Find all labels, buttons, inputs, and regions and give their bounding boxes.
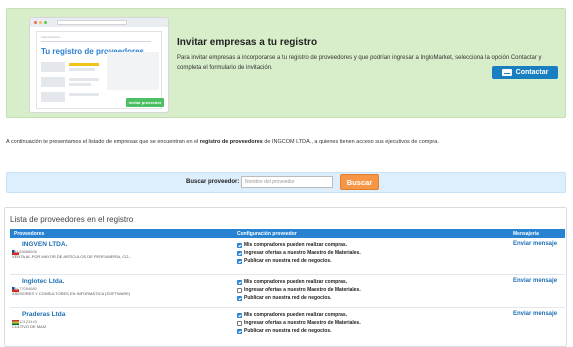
supplier-config: Mis compradores pueden realizar compras.… [237, 278, 361, 302]
row-divider [10, 274, 565, 275]
supplier-activity: CULTIVO DE MAIZ [12, 324, 47, 329]
config-checkbox[interactable] [237, 295, 242, 301]
config-option: Publicar en nuestra red de negocios. [237, 327, 361, 335]
search-label: Buscar proveedor: [186, 179, 240, 185]
supplier-name-link[interactable]: Praderas Ltda [22, 311, 65, 318]
envelope-icon [501, 69, 512, 76]
search-input[interactable] [241, 176, 333, 188]
contact-button[interactable]: Contactar [492, 66, 558, 79]
config-option-label: Publicar en nuestra red de negocios. [244, 295, 332, 301]
supplier-activity: ASESORES Y CONSULTORES EN INFORMÁTICA (S… [12, 291, 131, 296]
config-option: Mis compradores pueden realizar compras. [237, 241, 361, 249]
intro-text: A continuación te presentamos el listado… [6, 139, 566, 145]
banner-title: Invitar empresas a tu registro [177, 37, 318, 48]
send-message-link[interactable]: Enviar mensaje [513, 311, 557, 317]
intro-text-end: de INGCOM LTDA., a quienes tienen acceso… [262, 139, 439, 145]
row-divider [10, 307, 565, 308]
config-option-label: Ingresar ofertas a nuestro Maestro de Ma… [244, 287, 361, 293]
config-option-label: Publicar en nuestra red de negocios. [244, 258, 332, 264]
supplier-name-link[interactable]: INGVEN LTDA. [22, 241, 67, 248]
column-header-messaging: Mensajería [513, 231, 539, 237]
preview-invite-button: Invitar proveedor [126, 98, 164, 107]
contact-button-label: Contactar [515, 69, 549, 76]
send-message-link[interactable]: Enviar mensaje [513, 278, 557, 284]
config-option-label: Ingresar ofertas a nuestro Maestro de Ma… [244, 320, 361, 326]
config-option-label: Publicar en nuestra red de negocios. [244, 328, 332, 334]
column-header-suppliers: Proveedores [14, 231, 45, 237]
list-title: Lista de proveedores en el registro [10, 215, 134, 224]
config-option: Publicar en nuestra red de negocios. [237, 294, 361, 302]
config-option: Ingresar ofertas a nuestro Maestro de Ma… [237, 286, 361, 294]
send-message-link[interactable]: Enviar mensaje [513, 241, 557, 247]
config-option: Ingresar ofertas a nuestro Maestro de Ma… [237, 319, 361, 327]
config-checkbox[interactable] [237, 279, 242, 285]
browser-bar [30, 18, 168, 27]
preview-card [107, 52, 159, 90]
search-panel: Buscar proveedor: Buscar [6, 172, 566, 193]
preview-breadcrumb: Ingresa/Volver ... [41, 35, 64, 39]
table-row: INGVEN LTDA. CH-59888606 VENTA AL POR MAYO… [10, 241, 565, 275]
column-header-config: Configuración proveedor [237, 231, 297, 237]
config-option: Mis compradores pueden realizar compras. [237, 278, 361, 286]
config-checkbox[interactable] [237, 258, 242, 264]
intro-text-bold: registro de proveedores [199, 139, 263, 145]
registry-preview-illustration: Ingresa/Volver ... Tu registro de provee… [29, 17, 169, 113]
config-checkbox[interactable] [237, 242, 242, 248]
config-option: Publicar en nuestra red de negocios. [237, 257, 361, 265]
config-option-label: Mis compradores pueden realizar compras. [244, 312, 348, 318]
config-checkbox[interactable] [237, 312, 242, 318]
chile-flag-icon [12, 242, 19, 255]
supplier-name-link[interactable]: Inglotec Ltda. [22, 278, 64, 285]
invite-banner: Ingresa/Volver ... Tu registro de provee… [6, 8, 566, 118]
config-checkbox[interactable] [237, 328, 242, 334]
supplier-list-panel: Lista de proveedores en el registro Prov… [4, 207, 567, 347]
table-header: Proveedores Configuración proveedor Mens… [10, 229, 565, 238]
chile-flag-icon [12, 279, 19, 292]
supplier-activity: VENTA AL POR MAYOR DE ARTÍCULOS DE PERFU… [12, 254, 132, 259]
config-option: Ingresar ofertas a nuestro Maestro de Ma… [237, 249, 361, 257]
config-checkbox[interactable] [237, 287, 242, 293]
bolivia-flag-icon [12, 312, 19, 325]
supplier-config: Mis compradores pueden realizar compras.… [237, 311, 361, 335]
config-option-label: Mis compradores pueden realizar compras. [244, 242, 348, 248]
config-checkbox[interactable] [237, 320, 242, 326]
supplier-config: Mis compradores pueden realizar compras.… [237, 241, 361, 265]
config-option-label: Ingresar ofertas a nuestro Maestro de Ma… [244, 250, 361, 256]
config-checkbox[interactable] [237, 250, 242, 256]
config-option: Mis compradores pueden realizar compras. [237, 311, 361, 319]
search-button[interactable]: Buscar [340, 174, 379, 190]
intro-text-start: A continuación te presentamos el listado… [6, 139, 200, 145]
config-option-label: Mis compradores pueden realizar compras. [244, 279, 348, 285]
table-row: Praderas Ltda BO-12123443 CULTIVO DE MAIZ M… [10, 311, 565, 345]
